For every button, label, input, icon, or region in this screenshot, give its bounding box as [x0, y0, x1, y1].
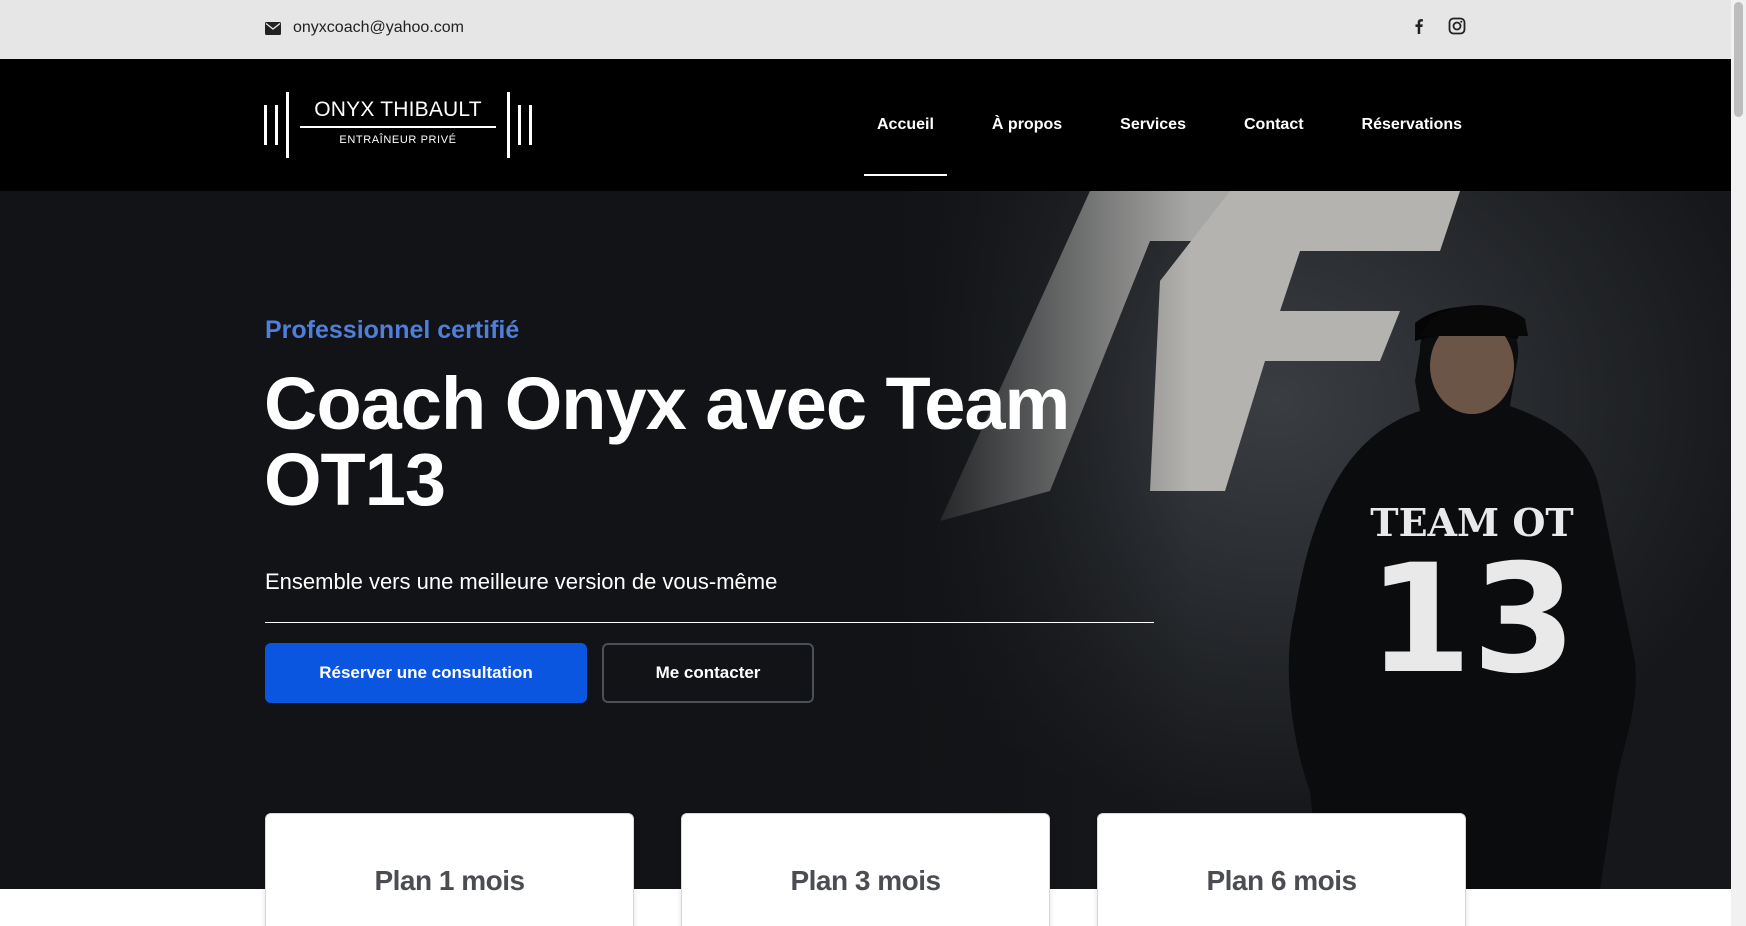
contact-me-button[interactable]: Me contacter	[602, 643, 814, 703]
nav-item-a-propos[interactable]: À propos	[963, 59, 1091, 191]
plan-card-6-months[interactable]: Plan 6 mois	[1097, 813, 1466, 926]
scrollbar-thumb[interactable]	[1734, 2, 1743, 117]
main-nav: Accueil À propos Services Contact Réserv…	[848, 59, 1491, 191]
page: onyxcoach@yahoo.com ONYX THIBAULT ENTRAÎ…	[0, 0, 1746, 926]
book-consultation-button[interactable]: Réserver une consultation	[265, 643, 587, 703]
nav-item-contact[interactable]: Contact	[1215, 59, 1333, 191]
nav-item-accueil[interactable]: Accueil	[848, 59, 963, 191]
plan-title: Plan 3 mois	[790, 865, 941, 896]
logo-rule	[300, 126, 496, 128]
logo-subtitle: ENTRAÎNEUR PRIVÉ	[339, 134, 457, 146]
contact-email[interactable]: onyxcoach@yahoo.com	[265, 19, 464, 37]
hero-section: TEAM OT 13 Professionnel certifié Coach …	[0, 191, 1731, 889]
hero-divider	[265, 622, 1154, 623]
hero-headline: Coach Onyx avec Team OT13	[264, 362, 1070, 521]
social-links	[1410, 17, 1466, 35]
logo-name: ONYX THIBAULT	[314, 98, 482, 121]
logo-bars-right	[507, 92, 532, 158]
nav-item-services[interactable]: Services	[1091, 59, 1215, 191]
hero-tagline: Ensemble vers une meilleure version de v…	[265, 569, 778, 594]
email-text: onyxcoach@yahoo.com	[293, 19, 464, 36]
logo-bars-left	[264, 92, 289, 158]
nav-item-reservations[interactable]: Réservations	[1333, 59, 1492, 191]
site-header: ONYX THIBAULT ENTRAÎNEUR PRIVÉ Accueil À…	[0, 59, 1731, 191]
instagram-icon[interactable]	[1448, 17, 1466, 35]
plan-title: Plan 1 mois	[374, 865, 525, 896]
top-bar: onyxcoach@yahoo.com	[0, 0, 1731, 59]
hero-image: TEAM OT 13	[900, 191, 1731, 889]
site-logo[interactable]: ONYX THIBAULT ENTRAÎNEUR PRIVÉ	[264, 92, 532, 158]
plan-title: Plan 6 mois	[1206, 865, 1357, 896]
plan-card-3-months[interactable]: Plan 3 mois	[681, 813, 1050, 926]
plan-card-1-month[interactable]: Plan 1 mois	[265, 813, 634, 926]
envelope-icon	[265, 21, 281, 35]
hero-eyebrow: Professionnel certifié	[265, 316, 520, 344]
facebook-icon[interactable]	[1410, 17, 1428, 35]
page-scrollbar[interactable]	[1731, 0, 1746, 926]
